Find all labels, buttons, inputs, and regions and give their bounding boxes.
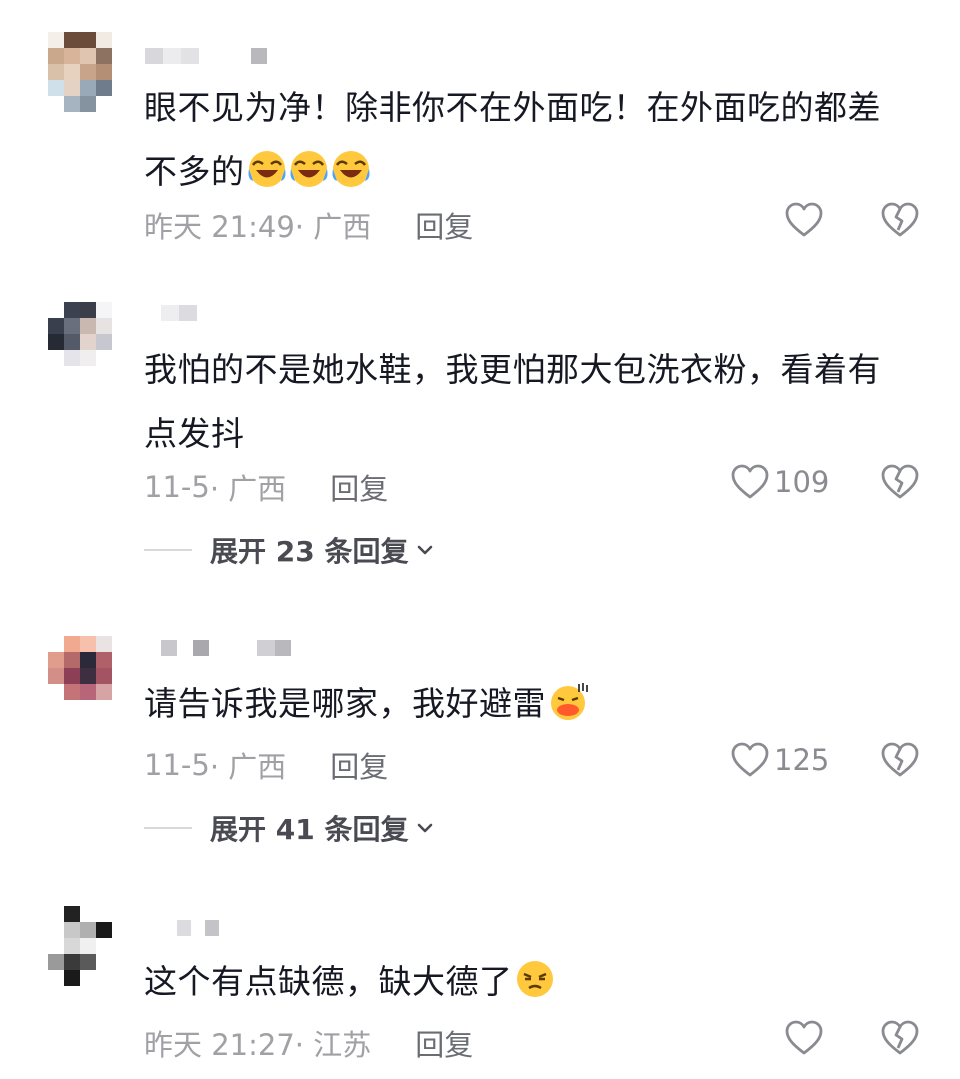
chevron-down-icon: [418, 823, 433, 833]
heart-icon: [731, 742, 769, 777]
expand-replies-button[interactable]: 展开 41 条回复: [144, 808, 438, 848]
username-obscured[interactable]: [145, 48, 267, 68]
broken-heart-icon: [881, 464, 919, 499]
like-count: 109: [774, 465, 830, 499]
comment-time: 昨天 21:27: [144, 1028, 295, 1062]
comment-location: · 广西: [209, 472, 287, 506]
divider-line: [144, 827, 192, 829]
avatar[interactable]: [48, 636, 128, 716]
laughing-crying-emoji-icon: [332, 151, 369, 187]
comment-meta: 11-5 · 广西 回复: [144, 744, 388, 786]
comment-text: 眼不见为净！除非你不在外面吃！在外面吃的都差 不多的: [144, 88, 881, 191]
comment-meta: 昨天 21:27 · 江苏 回复: [144, 1022, 473, 1064]
divider-line: [144, 549, 192, 551]
reply-button[interactable]: 回复: [415, 204, 473, 246]
expand-replies-label: 展开 23 条回复: [210, 535, 409, 568]
username-obscured[interactable]: [145, 640, 291, 660]
comment-time: 11-5: [144, 470, 210, 504]
avatar[interactable]: [48, 906, 128, 986]
heart-icon: [785, 202, 823, 237]
laughing-crying-emoji-icon: [290, 151, 327, 187]
reply-button[interactable]: 回复: [415, 1022, 473, 1064]
dislike-button[interactable]: [880, 740, 920, 784]
username-obscured[interactable]: [145, 305, 197, 325]
comment-meta: 昨天 21:49 · 广西 回复: [144, 204, 473, 246]
chevron-down-icon: [418, 545, 433, 555]
comment-location: · 广西: [209, 750, 287, 784]
like-button[interactable]: [784, 200, 828, 240]
broken-heart-icon: [881, 202, 919, 237]
comment-location: · 广西: [294, 210, 372, 244]
dislike-button[interactable]: [880, 1018, 920, 1062]
expand-replies-button[interactable]: 展开 23 条回复: [144, 530, 438, 570]
comment-time: 11-5: [144, 748, 210, 782]
annoyed-face-emoji-icon: [516, 961, 553, 997]
comment-text: 这个有点缺德，缺大德了: [144, 950, 924, 1014]
sweating-duck-lips-emoji-icon: [551, 683, 588, 720]
comment-meta: 11-5 · 广西 回复: [144, 466, 388, 508]
username-obscured[interactable]: [145, 920, 219, 940]
like-count: 125: [774, 743, 830, 777]
like-button[interactable]: 125: [730, 740, 829, 780]
like-button[interactable]: [784, 1018, 828, 1058]
expand-replies-label: 展开 41 条回复: [210, 813, 409, 846]
comment-text: 请告诉我是哪家，我好避雷: [144, 672, 924, 736]
laughing-crying-emoji-icon: [248, 151, 285, 187]
avatar[interactable]: [48, 32, 128, 112]
broken-heart-icon: [881, 1020, 919, 1055]
reply-button[interactable]: 回复: [330, 744, 388, 786]
comment-time: 昨天 21:49: [144, 210, 295, 244]
like-button[interactable]: 109: [730, 462, 829, 502]
heart-icon: [731, 464, 769, 499]
heart-icon: [785, 1020, 823, 1055]
comment-text: 我怕的不是她水鞋，我更怕那大包洗衣粉，看着有 点发抖: [144, 350, 881, 453]
reply-button[interactable]: 回复: [330, 466, 388, 508]
dislike-button[interactable]: [880, 200, 920, 244]
avatar[interactable]: [48, 302, 128, 382]
comment-location: · 江苏: [294, 1028, 372, 1062]
broken-heart-icon: [881, 742, 919, 777]
dislike-button[interactable]: [880, 462, 920, 506]
